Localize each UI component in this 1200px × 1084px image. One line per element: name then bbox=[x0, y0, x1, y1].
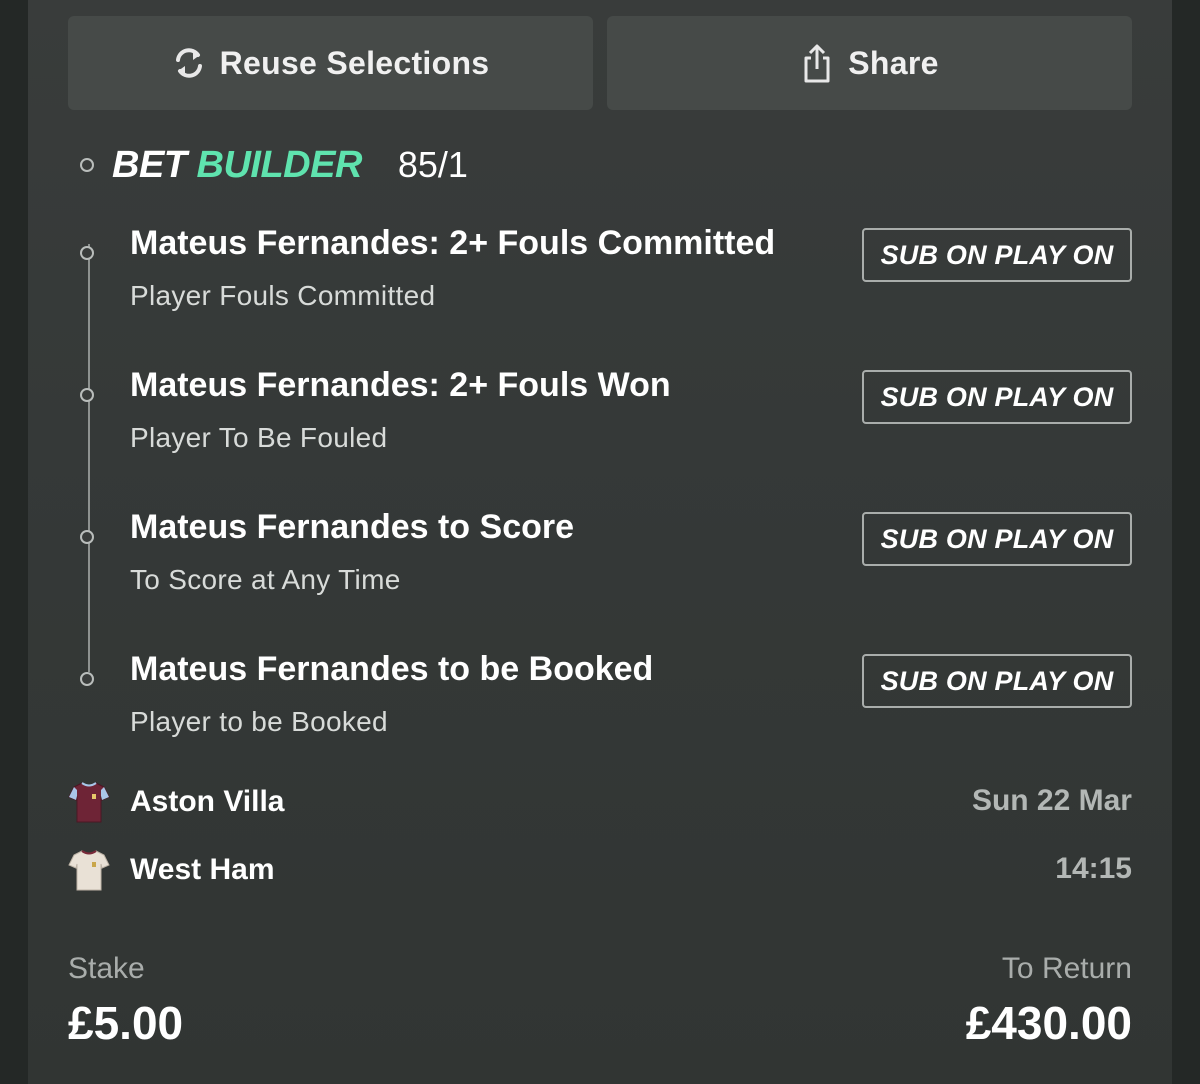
match-time: 14:15 bbox=[1055, 852, 1132, 885]
away-team-name: West Ham bbox=[130, 853, 275, 886]
selection-leg: Mateus Fernandes: 2+ Fouls Won Player To… bbox=[80, 366, 1132, 486]
leg-title: Mateus Fernandes to Score bbox=[130, 508, 575, 546]
leg-marker-icon bbox=[80, 246, 94, 260]
sub-on-play-on-badge: SUB ON PLAY ON bbox=[862, 370, 1132, 424]
home-team-name: Aston Villa bbox=[130, 785, 285, 818]
refresh-icon bbox=[172, 44, 206, 82]
home-team: Aston Villa bbox=[68, 780, 284, 824]
away-team: West Ham bbox=[68, 848, 275, 892]
share-button[interactable]: Share bbox=[607, 16, 1132, 110]
leg-market: Player to be Booked bbox=[130, 706, 388, 737]
leg-market: To Score at Any Time bbox=[130, 564, 401, 595]
match-date: Sun 22 Mar bbox=[971, 784, 1132, 817]
to-return-value: £430.00 bbox=[965, 997, 1132, 1049]
stake-label: Stake bbox=[68, 952, 145, 985]
sub-on-play-on-badge: SUB ON PLAY ON bbox=[862, 654, 1132, 708]
stake-value: £5.00 bbox=[68, 997, 184, 1049]
leg-title: Mateus Fernandes: 2+ Fouls Won bbox=[130, 366, 671, 404]
reuse-selections-button[interactable]: Reuse Selections bbox=[68, 16, 593, 110]
bet-odds: 85/1 bbox=[397, 144, 468, 185]
leg-title: Mateus Fernandes: 2+ Fouls Committed bbox=[130, 224, 776, 262]
bet-builder-title-builder: BUILDER bbox=[196, 143, 363, 186]
bet-builder-header: BET BUILDER 85/1 bbox=[80, 140, 468, 190]
leg-marker-icon bbox=[80, 530, 94, 544]
bet-builder-marker-icon bbox=[80, 158, 94, 172]
leg-marker-icon bbox=[80, 672, 94, 686]
aston-villa-shirt-icon bbox=[68, 780, 110, 824]
share-icon bbox=[800, 42, 834, 84]
leg-market: Player To Be Fouled bbox=[130, 422, 388, 453]
share-label: Share bbox=[848, 44, 939, 81]
leg-marker-icon bbox=[80, 388, 94, 402]
selection-leg: Mateus Fernandes: 2+ Fouls Committed Pla… bbox=[80, 224, 1132, 344]
sub-on-play-on-badge: SUB ON PLAY ON bbox=[862, 228, 1132, 282]
leg-market: Player Fouls Committed bbox=[130, 280, 436, 311]
reuse-selections-label: Reuse Selections bbox=[219, 44, 490, 81]
west-ham-shirt-icon bbox=[68, 848, 110, 892]
leg-title: Mateus Fernandes to be Booked bbox=[130, 650, 654, 688]
bet-builder-title-bet: BET bbox=[112, 143, 187, 186]
to-return-label: To Return bbox=[1001, 952, 1132, 985]
selection-leg: Mateus Fernandes to Score To Score at An… bbox=[80, 508, 1132, 628]
bet-receipt-card: Reuse Selections Share BET BUILDER 85/1 … bbox=[28, 0, 1172, 1084]
selection-leg: Mateus Fernandes to be Booked Player to … bbox=[80, 650, 1132, 770]
sub-on-play-on-badge: SUB ON PLAY ON bbox=[862, 512, 1132, 566]
